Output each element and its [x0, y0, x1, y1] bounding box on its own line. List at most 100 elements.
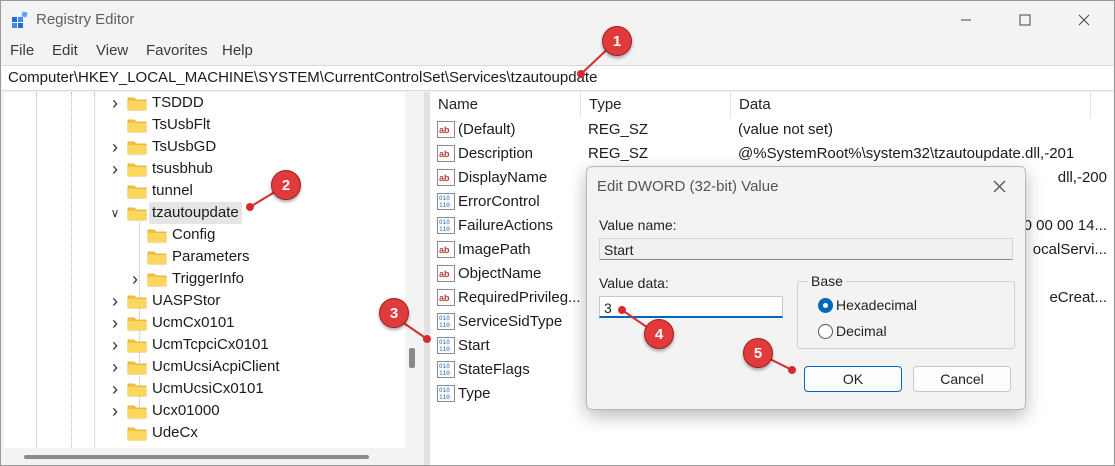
decimal-radio[interactable]	[818, 324, 833, 339]
key-tree: › TSDDD TsUsbFlt › TsUsbGD › tsusbhub tunnel ∨ tz…	[4, 92, 405, 448]
column-type[interactable]: Type	[581, 92, 731, 118]
folder-icon	[127, 338, 147, 353]
tree-vertical-scrollbar[interactable]	[405, 92, 423, 448]
chevron-right-icon[interactable]: ›	[109, 290, 121, 312]
edit-dword-dialog: Edit DWORD (32-bit) Value Value name: St…	[586, 166, 1026, 410]
value-data-field[interactable]: 3	[599, 296, 783, 318]
minimize-button[interactable]	[941, 1, 991, 39]
tree-item[interactable]: TsUsbFlt	[4, 114, 405, 136]
ok-button[interactable]: OK	[804, 366, 902, 392]
value-data: dll,-200	[1057, 169, 1107, 186]
svg-text:ab: ab	[439, 269, 450, 279]
tree-item[interactable]: ∨ tzautoupdate	[4, 202, 405, 224]
tree-hscroll-thumb[interactable]	[24, 455, 369, 459]
svg-text:110: 110	[439, 322, 450, 329]
string-value-icon: ab	[437, 121, 455, 138]
value-name: (Default)	[458, 121, 516, 138]
tree-item-label[interactable]: UASPStor	[152, 290, 220, 312]
folder-icon	[127, 118, 147, 133]
value-name: ImagePath	[458, 241, 531, 258]
tree-scroll-thumb[interactable]	[409, 348, 415, 368]
tree-item-label[interactable]: tunnel	[152, 180, 193, 202]
tree-item[interactable]: › UcmCx0101	[4, 312, 405, 334]
tree-item-label[interactable]: UcmCx0101	[152, 312, 235, 334]
value-row[interactable]: ab Description REG_SZ @%SystemRoot%\system3…	[430, 142, 1113, 166]
tree-item-label[interactable]: tsusbhub	[152, 158, 213, 180]
tree-item[interactable]: › tsusbhub	[4, 158, 405, 180]
tree-item-label[interactable]: TsUsbFlt	[152, 114, 210, 136]
menu-help[interactable]: Help	[222, 42, 253, 59]
chevron-right-icon[interactable]: ›	[109, 400, 121, 422]
tree-item-label[interactable]: TsUsbGD	[152, 136, 216, 158]
tree-item-label[interactable]: Config	[172, 224, 215, 246]
maximize-icon	[1019, 14, 1031, 26]
value-name-field[interactable]: Start	[599, 238, 1013, 260]
callout-3-dot	[423, 335, 431, 343]
tree-item[interactable]: › TriggerInfo	[4, 268, 405, 290]
value-row[interactable]: ab (Default) REG_SZ (value not set)	[430, 118, 1113, 142]
close-button[interactable]	[1059, 1, 1109, 39]
tree-item-label[interactable]: TSDDD	[152, 92, 204, 114]
value-name: Description	[458, 145, 534, 162]
tree-item-label[interactable]: Ucx01000	[152, 400, 220, 422]
tree-item[interactable]: Parameters	[4, 246, 405, 268]
tree-item[interactable]: UdeCx	[4, 422, 405, 444]
tree-item-label[interactable]: tzautoupdate	[149, 202, 242, 224]
menu-view[interactable]: View	[96, 42, 128, 59]
tree-item[interactable]: › UcmUcsiAcpiClient	[4, 356, 405, 378]
tree-item[interactable]: › UASPStor	[4, 290, 405, 312]
base-label: Base	[808, 273, 846, 289]
tree-horizontal-scrollbar[interactable]	[4, 448, 423, 465]
binary-value-icon: 010 110	[437, 361, 455, 378]
tree-item[interactable]: Config	[4, 224, 405, 246]
chevron-right-icon[interactable]: ›	[109, 92, 121, 114]
value-name: ErrorControl	[458, 193, 540, 210]
chevron-right-icon[interactable]: ›	[109, 334, 121, 356]
chevron-right-icon[interactable]: ›	[109, 158, 121, 180]
tree-item[interactable]: › TsUsbGD	[4, 136, 405, 158]
chevron-down-icon[interactable]: ∨	[109, 202, 121, 224]
hexadecimal-label[interactable]: Hexadecimal	[836, 297, 917, 313]
value-name: Start	[458, 337, 490, 354]
svg-text:010: 010	[439, 363, 450, 370]
decimal-label[interactable]: Decimal	[836, 323, 887, 339]
binary-value-icon: 010 110	[437, 337, 455, 354]
folder-icon	[147, 250, 167, 265]
column-data[interactable]: Data	[731, 92, 1091, 118]
folder-icon	[127, 184, 147, 199]
tree-item[interactable]: › UcmUcsiCx0101	[4, 378, 405, 400]
window-title: Registry Editor	[36, 11, 135, 28]
tree-item[interactable]: › TSDDD	[4, 92, 405, 114]
chevron-right-icon[interactable]: ›	[109, 378, 121, 400]
maximize-button[interactable]	[1000, 1, 1050, 39]
tree-item-label[interactable]: Parameters	[172, 246, 250, 268]
hexadecimal-radio[interactable]	[818, 298, 833, 313]
menu-file[interactable]: File	[10, 42, 34, 59]
cancel-button[interactable]: Cancel	[913, 366, 1011, 392]
column-name[interactable]: Name	[430, 92, 581, 118]
value-name-label: Value name:	[599, 217, 677, 233]
chevron-right-icon[interactable]: ›	[109, 312, 121, 334]
callout-badge-4: 4	[644, 319, 674, 349]
menu-favorites[interactable]: Favorites	[146, 42, 208, 59]
address-bar[interactable]: Computer\HKEY_LOCAL_MACHINE\SYSTEM\Curre…	[2, 65, 1113, 91]
chevron-right-icon[interactable]: ›	[109, 136, 121, 158]
value-data: (value not set)	[738, 121, 834, 138]
menu-edit[interactable]: Edit	[52, 42, 78, 59]
tree-item[interactable]: › Ucx01000	[4, 400, 405, 422]
folder-icon	[127, 206, 147, 221]
tree-item-label[interactable]: UdeCx	[152, 422, 198, 444]
chevron-right-icon[interactable]: ›	[129, 268, 141, 290]
tree-item[interactable]: tunnel	[4, 180, 405, 202]
dialog-close-button[interactable]	[985, 173, 1013, 199]
value-name: FailureActions	[458, 217, 554, 234]
svg-text:110: 110	[439, 226, 450, 233]
binary-value-icon: 010 110	[437, 193, 455, 210]
chevron-right-icon[interactable]: ›	[109, 356, 121, 378]
tree-item-label[interactable]: UcmUcsiAcpiClient	[152, 356, 280, 378]
tree-item-label[interactable]: TriggerInfo	[172, 268, 244, 290]
tree-item-label[interactable]: UcmUcsiCx0101	[152, 378, 264, 400]
tree-item-label[interactable]: UcmTcpciCx0101	[152, 334, 269, 356]
menu-bar: File Edit View Favorites Help	[1, 39, 1114, 63]
tree-item[interactable]: › UcmTcpciCx0101	[4, 334, 405, 356]
